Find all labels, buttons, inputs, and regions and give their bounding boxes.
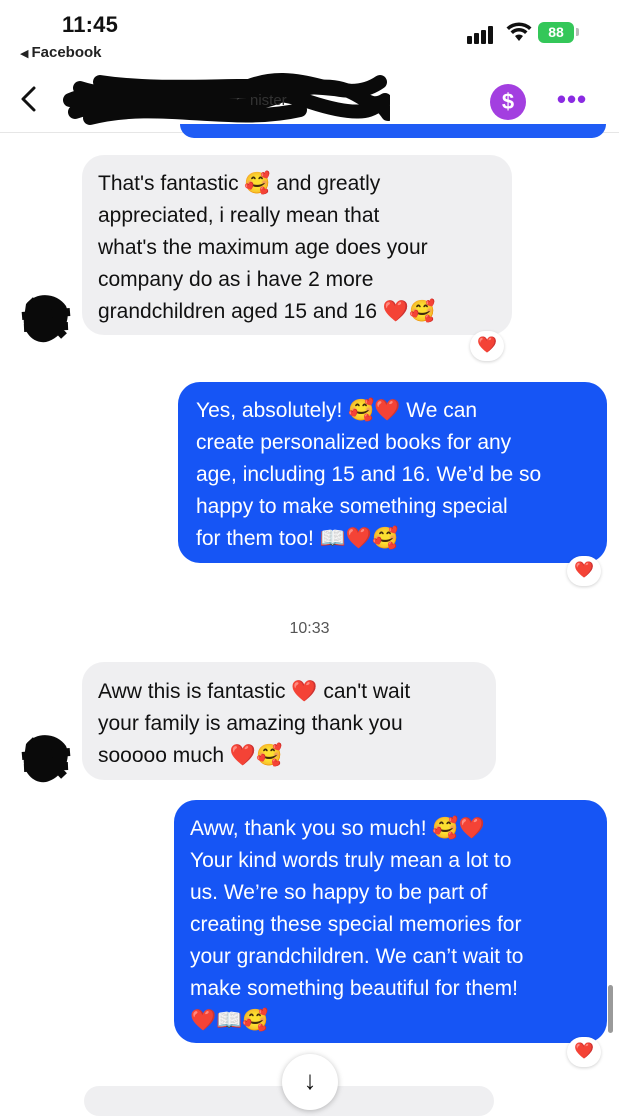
message-line: Your kind words truly mean a lot to xyxy=(190,849,512,872)
message-line: us. We’re so happy to be part of xyxy=(190,881,488,904)
message-bubble-outgoing[interactable]: Yes, absolutely! 🥰❤️ We can create perso… xyxy=(178,382,607,563)
redacted-avatar xyxy=(21,735,71,783)
previous-message-bubble-edge xyxy=(180,124,606,138)
redacted-contact-scribble xyxy=(63,73,390,125)
message-line: company do as i have 2 more xyxy=(98,268,374,291)
contact-name-fragment: nister xyxy=(250,92,287,109)
battery-indicator: 88 xyxy=(538,22,574,43)
scrollbar[interactable] xyxy=(608,985,613,1033)
message-line: sooooo much ❤️🥰 xyxy=(98,744,283,767)
more-dots-icon[interactable]: ••• xyxy=(552,84,592,120)
status-bar: 11:45 ◀ Facebook 88 xyxy=(0,0,619,70)
message-line: happy to make something special xyxy=(196,495,508,518)
message-line: grandchildren aged 15 and 16 ❤️🥰 xyxy=(98,300,436,323)
signal-icon xyxy=(467,24,499,44)
heart-reaction-icon[interactable]: ❤️ xyxy=(470,331,504,361)
message-line: That's fantastic 🥰 and greatly xyxy=(98,172,381,195)
dollar-icon[interactable]: $ xyxy=(490,84,526,120)
message-line: your grandchildren. We can’t wait to xyxy=(190,945,524,968)
message-line: age, including 15 and 16. We’d be so xyxy=(196,463,542,486)
message-line: appreciated, i really mean that xyxy=(98,204,380,227)
heart-reaction-icon[interactable]: ❤️ xyxy=(567,1037,601,1067)
message-line: creating these special memories for xyxy=(190,913,522,936)
battery-cap xyxy=(576,28,579,36)
message-line: create personalized books for any xyxy=(196,431,512,454)
redacted-avatar xyxy=(21,295,71,343)
message-line: Aww, thank you so much! 🥰❤️ xyxy=(190,817,485,840)
heart-reaction-icon[interactable]: ❤️ xyxy=(567,556,601,586)
status-time: 11:45 xyxy=(62,12,119,37)
back-to-app-link[interactable]: ◀ Facebook xyxy=(20,44,102,61)
conversation-timestamp: 10:33 xyxy=(289,620,330,637)
message-line: Yes, absolutely! 🥰❤️ We can xyxy=(196,399,478,422)
message-bubble-incoming[interactable]: That's fantastic 🥰 and greatly appreciat… xyxy=(82,155,512,335)
message-bubble-outgoing[interactable]: Aww, thank you so much! 🥰❤️ Your kind wo… xyxy=(174,800,607,1043)
message-line: what's the maximum age does your xyxy=(98,236,428,259)
message-line: Aww this is fantastic ❤️ can't wait xyxy=(98,680,411,703)
message-line: for them too! 📖❤️🥰 xyxy=(196,527,399,550)
message-line: make something beautiful for them! xyxy=(190,977,519,1000)
message-bubble-incoming[interactable]: Aww this is fantastic ❤️ can't wait your… xyxy=(82,662,496,780)
chevron-left-icon[interactable] xyxy=(14,82,46,116)
message-line: your family is amazing thank you xyxy=(98,712,403,735)
back-app-label: Facebook xyxy=(31,44,102,61)
message-line: ❤️📖🥰 xyxy=(190,1009,269,1032)
wifi-icon xyxy=(506,22,532,41)
back-triangle-icon: ◀ xyxy=(20,48,29,60)
arrow-down-icon[interactable]: ↓ xyxy=(282,1054,338,1110)
